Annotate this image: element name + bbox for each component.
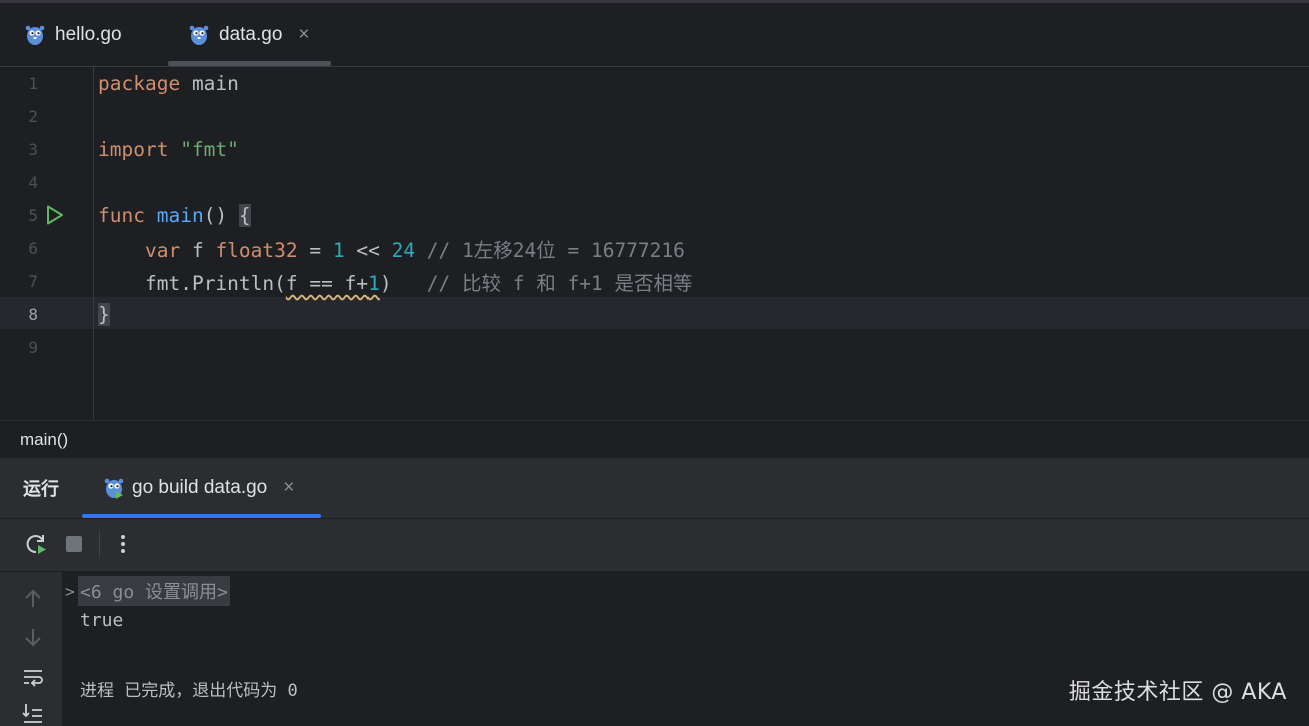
code-line: 6 var f float32 = 1 << 24 // 1左移24位 = 16…: [0, 232, 1309, 265]
code-text: func main() {: [98, 204, 251, 227]
line-number: 3: [28, 140, 38, 159]
keyword: func: [98, 204, 145, 227]
params: (): [203, 204, 239, 227]
stop-icon[interactable]: [61, 531, 87, 557]
code-line: 3 import "fmt": [0, 133, 1309, 166]
gopher-file-icon: [189, 25, 209, 45]
package-name: main: [191, 72, 239, 95]
run-toolbar: [0, 519, 1309, 572]
console-output-line: true: [80, 610, 124, 631]
breadcrumb-item[interactable]: main(): [20, 430, 68, 450]
tab-label: hello.go: [55, 23, 122, 45]
line-number: 2: [28, 107, 38, 126]
code-text: package main: [98, 72, 239, 95]
gopher-run-icon: [104, 478, 124, 499]
paren-open: (: [274, 272, 286, 295]
editor-tab-bar: hello.go data.go ×: [0, 3, 1309, 67]
run-tool-window-header: 运行 go build data.go ×: [0, 458, 1309, 519]
code-line: 8 }: [0, 298, 1309, 331]
function-name: main: [156, 204, 204, 227]
paren-close: ): [379, 272, 392, 295]
scroll-to-end-icon[interactable]: [20, 700, 46, 726]
code-text: }: [98, 303, 110, 326]
run-panel-title: 运行: [23, 479, 59, 499]
line-number: 4: [28, 173, 38, 192]
type-name: float32: [215, 239, 298, 262]
number-literal: 1: [332, 239, 345, 262]
arrow-down-icon[interactable]: [20, 624, 46, 650]
gopher-file-icon: [25, 25, 45, 45]
code-line: 7 fmt.Println(f == f+1) // 比较 f 和 f+1 是否…: [0, 265, 1309, 298]
operator: <<: [344, 239, 392, 262]
breadcrumb[interactable]: main(): [0, 420, 1309, 459]
tab-label: data.go: [219, 23, 283, 45]
folded-lines[interactable]: <6 go 设置调用>: [78, 576, 230, 606]
dot: .: [180, 272, 192, 295]
run-tab-label: go build data.go: [132, 477, 268, 498]
comment: // 1左移24位 = 16777216: [415, 239, 685, 262]
number-literal: 1: [368, 272, 380, 295]
rerun-icon[interactable]: [23, 531, 49, 557]
active-run-tab-indicator: [82, 514, 321, 518]
line-number: 1: [28, 74, 38, 93]
code-line: 9: [0, 331, 1309, 364]
close-icon[interactable]: ×: [298, 24, 309, 46]
exit-status-line: 进程 已完成，退出代码为 0: [80, 681, 298, 701]
line-number: 7: [28, 272, 38, 291]
tab-hello-go[interactable]: hello.go: [25, 3, 122, 66]
code-text: var f float32 = 1 << 24 // 1左移24位 = 1677…: [98, 234, 685, 263]
function-call: Println: [191, 272, 275, 295]
toolbar-separator: [99, 531, 100, 557]
line-number: 8: [28, 305, 38, 324]
keyword: var: [144, 239, 181, 262]
code-line: 4: [0, 166, 1309, 199]
matched-brace: {: [238, 204, 251, 227]
code-line: 2: [0, 100, 1309, 133]
more-vertical-icon[interactable]: [110, 531, 136, 557]
code-editor[interactable]: 1 package main 2 3 import "fmt" 4 5 func…: [0, 67, 1309, 420]
keyword: package: [98, 72, 181, 95]
identifier: f: [180, 239, 216, 262]
active-tab-indicator: [168, 61, 331, 66]
matched-brace: }: [98, 303, 110, 326]
console-side-toolbar: [0, 572, 62, 726]
comment: // 比较 f 和 f+1 是否相等: [391, 272, 693, 295]
code-line: 1 package main: [0, 67, 1309, 100]
code-text: import "fmt": [98, 138, 239, 161]
expression: f == f+: [285, 272, 369, 295]
line-number: 5: [28, 206, 38, 225]
keyword: import: [98, 138, 169, 161]
line-number: 6: [28, 239, 38, 258]
line-number: 9: [28, 338, 38, 357]
tab-run-configuration[interactable]: go build data.go ×: [104, 458, 294, 518]
close-icon[interactable]: ×: [283, 477, 294, 499]
chevron-right-icon[interactable]: >: [65, 582, 75, 601]
operator: =: [297, 239, 333, 262]
code-line: 5 func main() {: [0, 199, 1309, 232]
package-ref: fmt: [144, 272, 181, 295]
tab-data-go[interactable]: data.go ×: [189, 3, 310, 66]
code-text: fmt.Println(f == f+1) // 比较 f 和 f+1 是否相等: [98, 267, 692, 296]
warning-expression: f == f+1: [286, 272, 380, 295]
watermark: 掘金技术社区 @ AKA: [1068, 680, 1287, 705]
arrow-up-icon[interactable]: [20, 586, 46, 612]
play-icon[interactable]: [46, 205, 64, 225]
string-literal: "fmt": [180, 138, 239, 161]
soft-wrap-icon[interactable]: [20, 664, 46, 690]
number-literal: 24: [391, 239, 416, 262]
